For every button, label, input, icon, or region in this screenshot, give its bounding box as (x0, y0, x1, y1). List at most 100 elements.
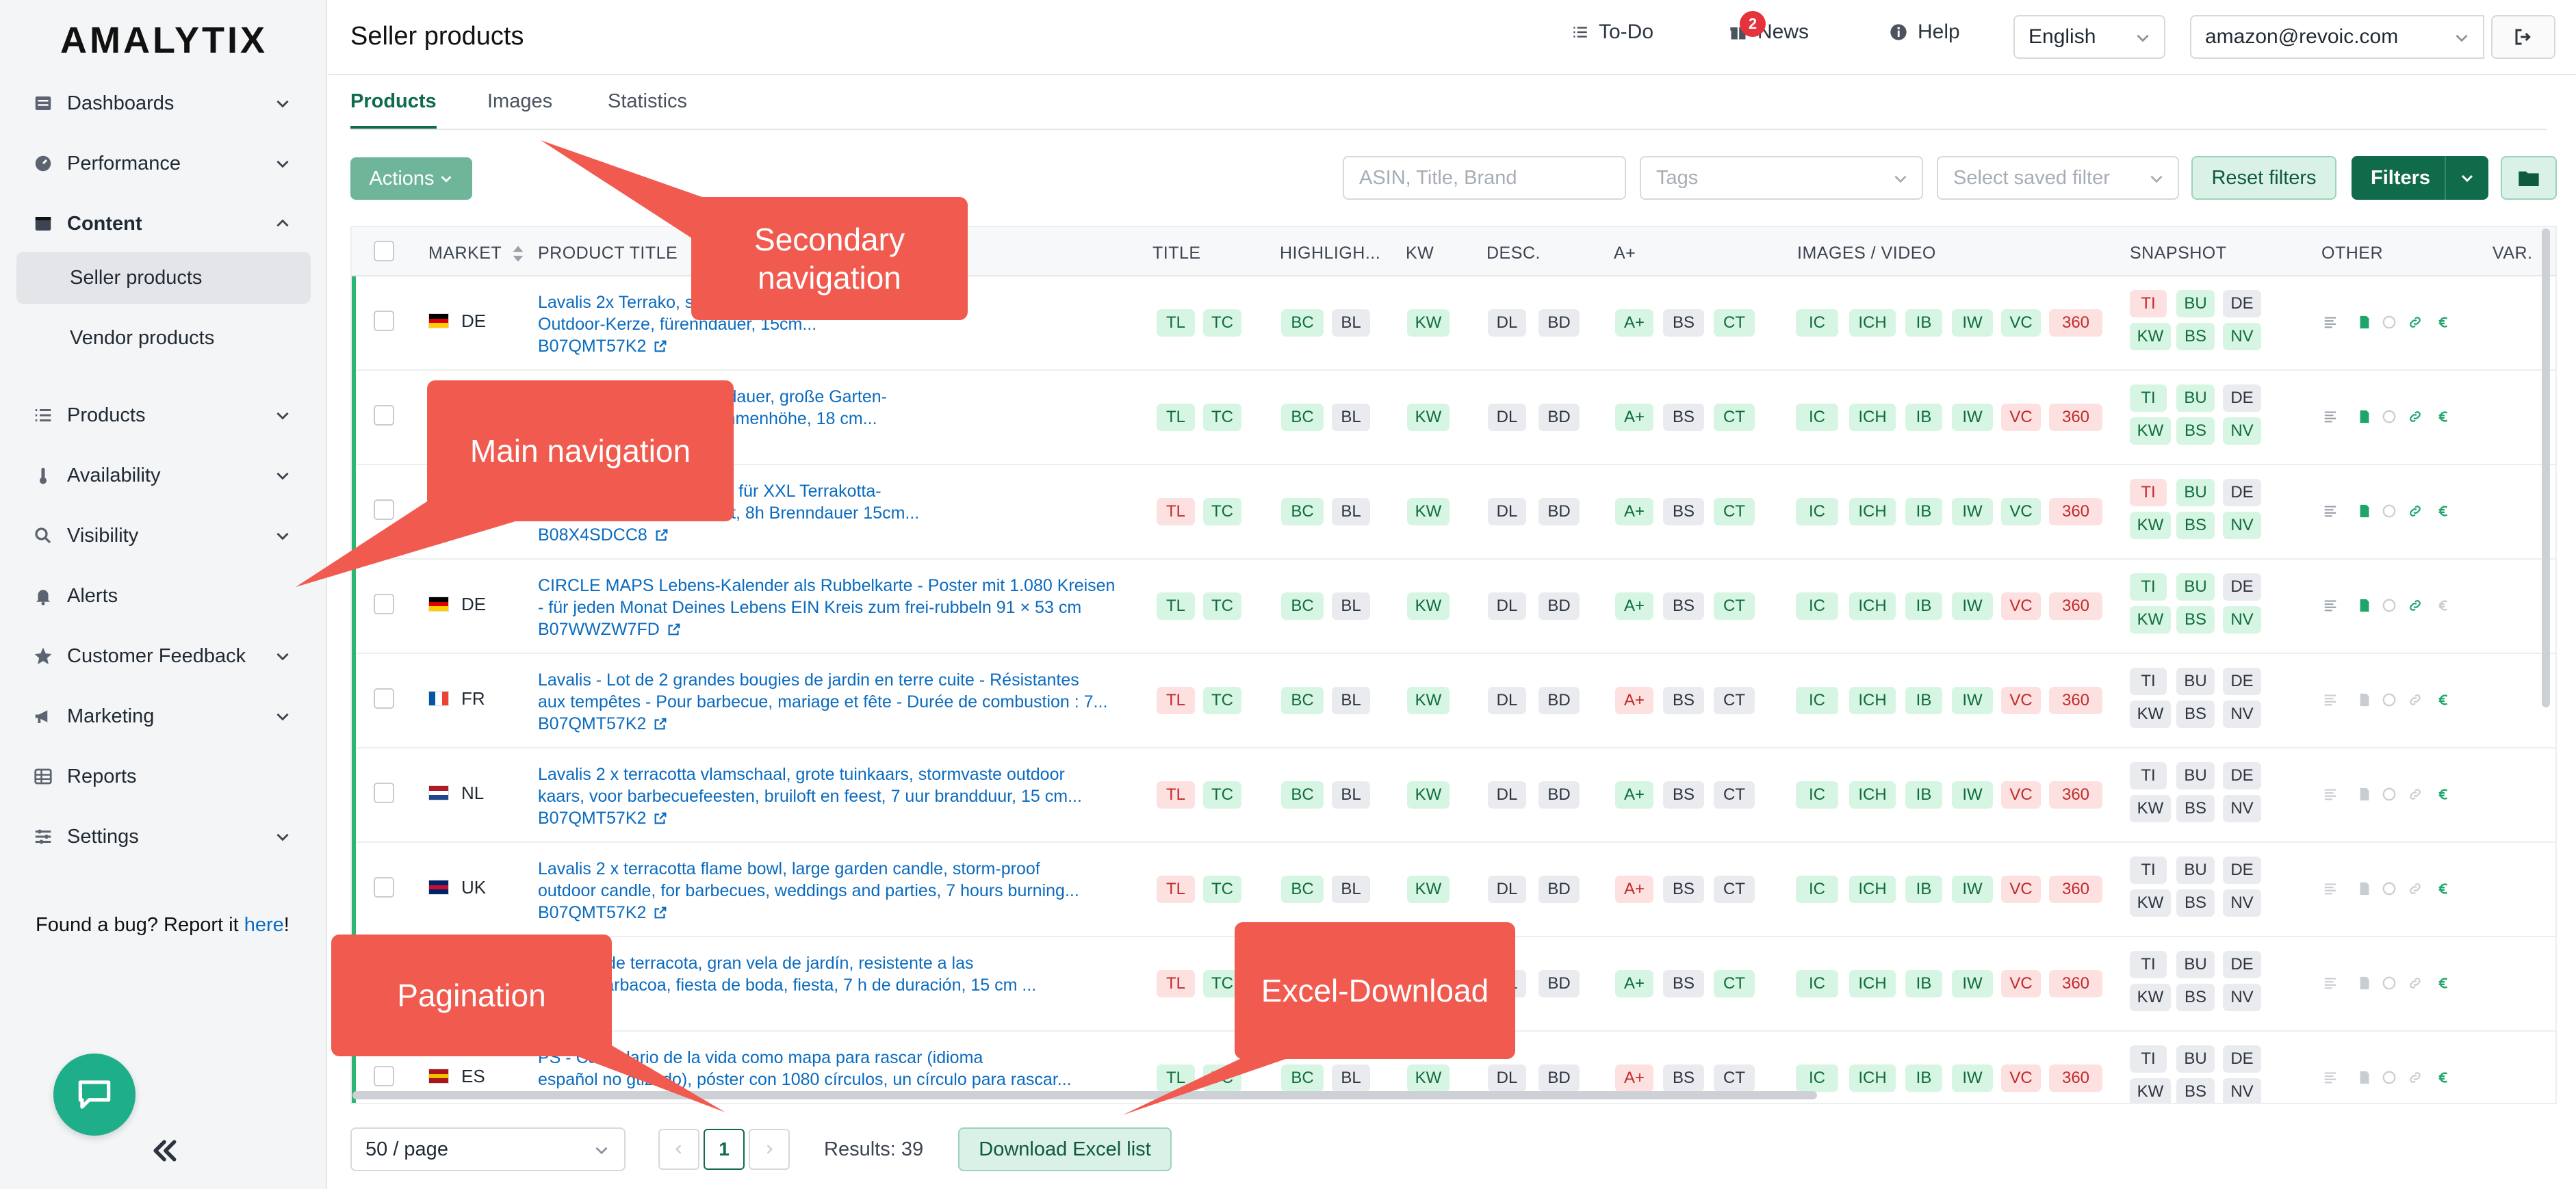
chat-button[interactable] (53, 1054, 136, 1136)
check-badge-kw[interactable]: KW (1407, 876, 1450, 903)
snapshot-badge[interactable]: BS (2176, 984, 2215, 1011)
row-checkbox[interactable] (374, 688, 394, 709)
check-badge-img[interactable]: ICH (1849, 592, 1896, 620)
text-lines-icon[interactable] (2323, 315, 2338, 330)
check-badge-img[interactable]: IC (1796, 498, 1838, 525)
document-icon[interactable] (2357, 787, 2372, 802)
snapshot-badge[interactable]: NV (2223, 417, 2261, 445)
check-badge-title[interactable]: TL (1157, 876, 1195, 903)
snapshot-badge[interactable]: DE (2223, 762, 2261, 789)
check-badge-title[interactable]: TL (1157, 970, 1195, 997)
document-icon[interactable] (2357, 881, 2372, 896)
check-badge-hl[interactable]: BC (1281, 1064, 1324, 1092)
snapshot-badge[interactable]: TI (2130, 857, 2167, 884)
table-row[interactable]: DE CIRCLE MAPS Lebens-Kalender als Rubbel… (352, 560, 2555, 654)
product-title-line1[interactable]: PS - Calendario de la vida como mapa par… (538, 1047, 1126, 1069)
snapshot-badge[interactable]: NV (2223, 701, 2261, 728)
check-badge-img[interactable]: IB (1905, 970, 1942, 997)
snapshot-badge[interactable]: BU (2176, 762, 2215, 789)
logout-button[interactable] (2491, 15, 2555, 59)
check-badge-aplus[interactable]: BS (1663, 592, 1704, 620)
text-lines-icon[interactable] (2323, 976, 2338, 991)
col-market[interactable]: MARKET (428, 244, 524, 263)
snapshot-badge[interactable]: TI (2130, 1045, 2167, 1073)
tab-statistics[interactable]: Statistics (608, 90, 687, 129)
sidebar-item-reports[interactable]: Reports (0, 747, 327, 806)
check-badge-img[interactable]: ICH (1849, 498, 1896, 525)
snapshot-badge[interactable]: TI (2130, 290, 2167, 317)
check-badge-img[interactable]: IB (1905, 404, 1942, 431)
check-badge-desc[interactable]: DL (1488, 876, 1526, 903)
snapshot-badge[interactable]: DE (2223, 668, 2261, 695)
euro-icon[interactable] (2436, 409, 2451, 424)
snapshot-badge[interactable]: BU (2176, 668, 2215, 695)
link-icon[interactable] (2408, 976, 2423, 991)
check-badge-aplus[interactable]: A+ (1615, 309, 1653, 337)
snapshot-badge[interactable]: TI (2130, 951, 2167, 978)
check-badge-img[interactable]: IW (1952, 1064, 1993, 1092)
document-icon[interactable] (2357, 409, 2372, 424)
sidebar-subitem-seller-products[interactable]: Seller products (16, 252, 311, 304)
link-icon[interactable] (2408, 881, 2423, 896)
check-badge-hl[interactable]: BC (1281, 498, 1324, 525)
check-badge-title[interactable]: TC (1203, 876, 1241, 903)
product-title-line1[interactable]: CIRCLE MAPS Lebens-Kalender als Rubbelka… (538, 575, 1126, 597)
check-badge-desc[interactable]: BD (1538, 876, 1580, 903)
snapshot-badge[interactable]: BS (2176, 701, 2215, 728)
text-lines-icon[interactable] (2323, 409, 2338, 424)
sidebar-item-dashboards[interactable]: Dashboards (0, 74, 327, 133)
check-badge-img[interactable]: 360 (2049, 1064, 2102, 1092)
bug-report-link[interactable]: here (244, 914, 284, 936)
saved-filters-folder-button[interactable] (2501, 156, 2557, 200)
snapshot-badge[interactable]: NV (2223, 512, 2261, 539)
vertical-scrollbar[interactable] (2542, 228, 2550, 707)
asin-link[interactable]: B07QMT57K2 (538, 807, 668, 829)
help-link[interactable]: Help (1889, 21, 1960, 44)
row-checkbox[interactable] (374, 405, 394, 426)
table-row[interactable]: NL Lavalis 2 x terracotta vlamschaal, gro… (352, 748, 2555, 843)
sidebar-item-settings[interactable]: Settings (0, 807, 327, 866)
check-badge-img[interactable]: IB (1905, 687, 1942, 714)
circle-icon[interactable] (2382, 598, 2397, 613)
row-checkbox[interactable] (374, 877, 394, 898)
account-select[interactable]: amazon@revoic.com (2190, 15, 2484, 59)
check-badge-hl[interactable]: BL (1332, 876, 1370, 903)
check-badge-hl[interactable]: BC (1281, 876, 1324, 903)
check-badge-desc[interactable]: DL (1488, 404, 1526, 431)
check-badge-img[interactable]: VC (2001, 309, 2041, 337)
check-badge-img[interactable]: IC (1796, 309, 1838, 337)
check-badge-aplus[interactable]: BS (1663, 498, 1704, 525)
check-badge-desc[interactable]: DL (1488, 592, 1526, 620)
snapshot-badge[interactable]: BU (2176, 573, 2215, 601)
check-badge-img[interactable]: ICH (1849, 404, 1896, 431)
snapshot-badge[interactable]: NV (2223, 984, 2261, 1011)
snapshot-badge[interactable]: BS (2176, 1078, 2215, 1103)
snapshot-badge[interactable]: DE (2223, 1045, 2261, 1073)
product-title-line2[interactable]: outdoor candle, for barbecues, weddings … (538, 880, 1126, 902)
check-badge-kw[interactable]: KW (1407, 781, 1450, 809)
snapshot-badge[interactable]: TI (2130, 479, 2167, 506)
sidebar-item-availability[interactable]: Availability (0, 446, 327, 505)
check-badge-aplus[interactable]: CT (1714, 592, 1755, 620)
check-badge-img[interactable]: IB (1905, 309, 1942, 337)
document-icon[interactable] (2357, 315, 2372, 330)
check-badge-img[interactable]: IB (1905, 498, 1942, 525)
snapshot-badge[interactable]: BS (2176, 606, 2215, 633)
check-badge-desc[interactable]: DL (1488, 498, 1526, 525)
check-badge-aplus[interactable]: CT (1714, 498, 1755, 525)
check-badge-img[interactable]: IC (1796, 404, 1838, 431)
check-badge-aplus[interactable]: BS (1663, 1064, 1704, 1092)
check-badge-aplus[interactable]: A+ (1615, 1064, 1653, 1092)
check-badge-hl[interactable]: BC (1281, 309, 1324, 337)
snapshot-badge[interactable]: BU (2176, 951, 2215, 978)
check-badge-aplus[interactable]: BS (1663, 309, 1704, 337)
check-badge-title[interactable]: TL (1157, 498, 1195, 525)
check-badge-img[interactable]: ICH (1849, 1064, 1896, 1092)
saved-filter-select[interactable]: Select saved filter (1937, 156, 2179, 200)
euro-icon[interactable] (2436, 315, 2451, 330)
check-badge-img[interactable]: IB (1905, 781, 1942, 809)
snapshot-badge[interactable]: NV (2223, 323, 2261, 350)
check-badge-kw[interactable]: KW (1407, 498, 1450, 525)
asin-link[interactable]: B07WWZW7FD (538, 618, 682, 640)
check-badge-img[interactable]: ICH (1849, 687, 1896, 714)
